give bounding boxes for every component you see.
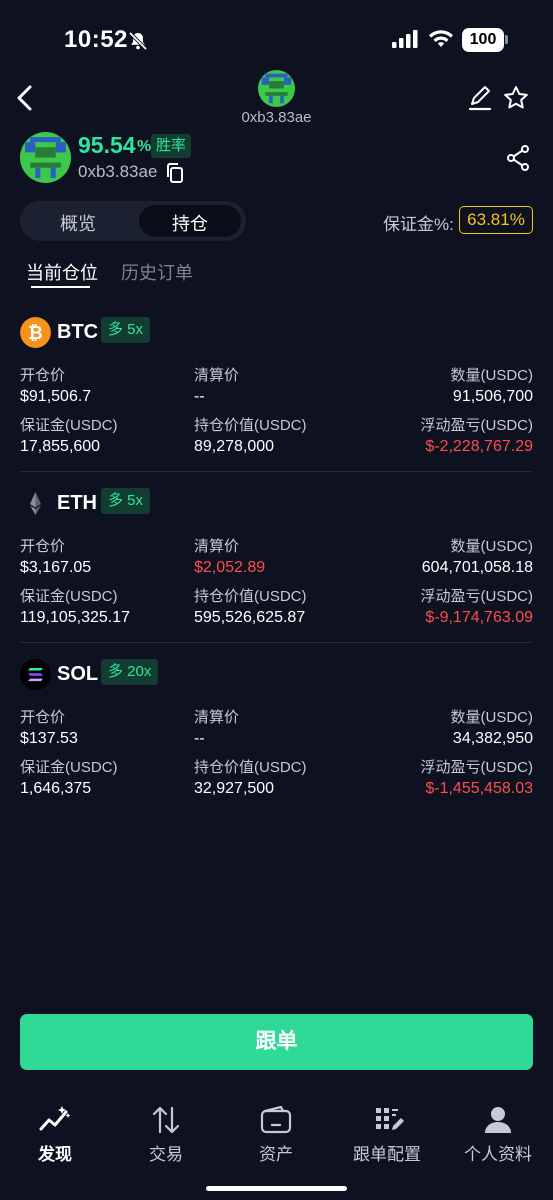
nav-profile[interactable]: 个人资料 bbox=[443, 1104, 553, 1165]
back-icon[interactable] bbox=[14, 84, 36, 112]
position-value: 89,278,000 bbox=[194, 438, 275, 455]
quantity-label: 数量(USDC) bbox=[450, 367, 534, 384]
sol-icon bbox=[20, 659, 51, 690]
divider bbox=[20, 471, 533, 472]
battery-tip bbox=[505, 35, 508, 44]
discover-icon bbox=[39, 1106, 71, 1131]
star-icon[interactable] bbox=[502, 84, 530, 112]
liq-price-value: $2,052.89 bbox=[194, 559, 266, 576]
position-symbol: BTC bbox=[57, 321, 99, 343]
position-value-label: 持仓价值(USDC) bbox=[194, 417, 307, 434]
header-avatar bbox=[258, 70, 295, 107]
pnl-value: $-9,174,763.09 bbox=[425, 609, 533, 626]
nav-trade[interactable]: 交易 bbox=[111, 1104, 221, 1165]
nav-copy-config[interactable]: 跟单配置 bbox=[332, 1104, 442, 1165]
quantity-value: 91,506,700 bbox=[452, 388, 533, 405]
position-side-badge: 多 5x bbox=[101, 317, 151, 343]
pnl-value: $-1,455,458.03 bbox=[425, 780, 533, 797]
battery-indicator: 100 bbox=[462, 28, 504, 52]
nav-label: 发现 bbox=[38, 1145, 72, 1164]
signal-icon bbox=[392, 30, 418, 48]
quantity-label: 数量(USDC) bbox=[450, 538, 534, 555]
position-side-badge: 多 20x bbox=[101, 659, 159, 685]
svg-text:₿: ₿ bbox=[28, 323, 43, 344]
copy-config-icon bbox=[376, 1108, 404, 1130]
copy-icon[interactable] bbox=[165, 162, 185, 184]
liq-price-value: -- bbox=[194, 730, 205, 747]
home-indicator bbox=[206, 1186, 347, 1191]
position-card[interactable]: ETH 多 5x 开仓价 清算价 数量(USDC) $3,167.05 $2,0… bbox=[0, 488, 553, 658]
position-symbol: ETH bbox=[57, 492, 97, 514]
trade-icon bbox=[152, 1106, 180, 1134]
divider bbox=[20, 642, 533, 643]
position-value-label: 持仓价值(USDC) bbox=[194, 588, 307, 605]
profile-icon bbox=[485, 1107, 511, 1133]
liq-price-label: 清算价 bbox=[194, 709, 240, 726]
pnl-label: 浮动盈亏(USDC) bbox=[420, 759, 534, 776]
margin-ratio-label: 保证金%: bbox=[383, 215, 454, 234]
open-price-label: 开仓价 bbox=[20, 538, 66, 555]
margin-label: 保证金(USDC) bbox=[20, 759, 118, 776]
margin-label: 保证金(USDC) bbox=[20, 588, 118, 605]
open-price-value: $3,167.05 bbox=[20, 559, 92, 576]
win-rate-unit: % bbox=[137, 138, 152, 155]
liq-price-value: -- bbox=[194, 388, 205, 405]
follow-button[interactable]: 跟单 bbox=[20, 1014, 533, 1070]
win-rate-badge: 胜率 bbox=[151, 134, 192, 158]
position-card[interactable]: ₿ BTC 多 5x 开仓价 清算价 数量(USDC) $91,506.7 --… bbox=[0, 317, 553, 487]
open-price-label: 开仓价 bbox=[20, 709, 66, 726]
trader-avatar bbox=[20, 132, 71, 183]
margin-value: 1,646,375 bbox=[20, 780, 92, 797]
tab-positions[interactable]: 持仓 bbox=[139, 210, 241, 236]
position-value-label: 持仓价值(USDC) bbox=[194, 759, 307, 776]
quantity-value: 34,382,950 bbox=[452, 730, 533, 747]
active-tab-indicator bbox=[31, 286, 90, 288]
open-price-value: $137.53 bbox=[20, 730, 78, 747]
open-price-value: $91,506.7 bbox=[20, 388, 92, 405]
eth-icon bbox=[30, 492, 41, 515]
tab-order-history[interactable]: 历史订单 bbox=[121, 259, 193, 285]
pnl-label: 浮动盈亏(USDC) bbox=[420, 417, 534, 434]
pnl-label: 浮动盈亏(USDC) bbox=[420, 588, 534, 605]
bell-muted-icon bbox=[128, 31, 148, 51]
open-price-label: 开仓价 bbox=[20, 367, 66, 384]
win-rate-value: 95.54 bbox=[78, 132, 136, 158]
liq-price-label: 清算价 bbox=[194, 367, 240, 384]
nav-label: 交易 bbox=[149, 1145, 183, 1164]
position-card[interactable]: SOL 多 20x 开仓价 清算价 数量(USDC) $137.53 -- 34… bbox=[0, 659, 553, 829]
liq-price-label: 清算价 bbox=[194, 538, 240, 555]
margin-label: 保证金(USDC) bbox=[20, 417, 118, 434]
share-icon[interactable] bbox=[506, 145, 530, 171]
margin-value: 17,855,600 bbox=[20, 438, 101, 455]
margin-value: 119,105,325.17 bbox=[20, 609, 131, 626]
pnl-value: $-2,228,767.29 bbox=[425, 438, 533, 455]
nav-label: 个人资料 bbox=[464, 1145, 532, 1164]
nav-discover[interactable]: 发现 bbox=[0, 1104, 110, 1165]
wallet-icon bbox=[260, 1105, 292, 1134]
quantity-label: 数量(USDC) bbox=[450, 709, 534, 726]
header-address: 0xb3.83ae bbox=[241, 109, 312, 126]
status-time: 10:52 bbox=[64, 26, 128, 53]
nav-assets[interactable]: 资产 bbox=[221, 1104, 331, 1165]
nav-label: 跟单配置 bbox=[353, 1145, 421, 1164]
btc-icon: ₿ bbox=[20, 317, 51, 348]
edit-icon[interactable] bbox=[466, 84, 494, 112]
position-side-badge: 多 5x bbox=[101, 488, 151, 514]
position-value: 595,526,625.87 bbox=[194, 609, 306, 626]
margin-ratio-value: 63.81% bbox=[459, 206, 533, 234]
tab-overview[interactable]: 概览 bbox=[20, 210, 136, 236]
wifi-icon bbox=[429, 30, 453, 47]
position-symbol: SOL bbox=[57, 663, 99, 685]
quantity-value: 604,701,058.18 bbox=[421, 559, 533, 576]
trader-address: 0xb3.83ae bbox=[78, 162, 158, 181]
tab-current-positions[interactable]: 当前仓位 bbox=[26, 259, 98, 285]
position-value: 32,927,500 bbox=[194, 780, 275, 797]
nav-label: 资产 bbox=[259, 1145, 293, 1164]
